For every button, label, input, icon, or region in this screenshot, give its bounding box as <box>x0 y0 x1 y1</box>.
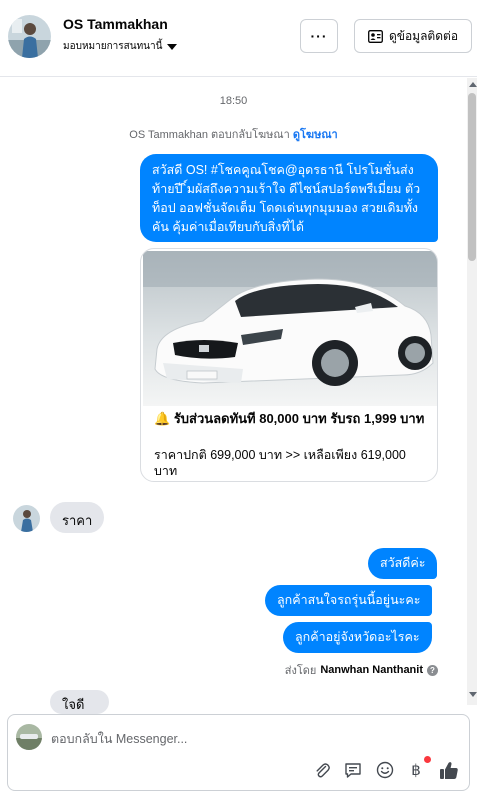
more-options-button[interactable]: ··· <box>300 19 338 53</box>
emoji-icon[interactable] <box>374 759 396 781</box>
conversation-header: OS Tammakhan มอบหมายการสนทนานี้ ··· ดูข้… <box>0 0 477 77</box>
caret-down-icon <box>167 43 178 50</box>
outgoing-message-bubble[interactable]: ลูกค้าอยู่จังหวัดอะไรคะ <box>283 622 432 653</box>
outgoing-message-bubble[interactable]: ลูกค้าสนใจรถรุ่นนี้อยู่นะคะ <box>265 585 433 616</box>
contact-avatar[interactable] <box>8 15 51 58</box>
outgoing-message-bubble[interactable]: สวัสดีค่ะ <box>368 548 438 579</box>
ad-card-description: ราคาปกติ 699,000 บาท >> เหลือเพียง 619,0… <box>154 448 406 478</box>
contact-name[interactable]: OS Tammakhan <box>63 16 168 32</box>
scroll-down-arrow-icon[interactable] <box>469 692 477 697</box>
reply-input[interactable] <box>51 731 431 747</box>
scroll-up-arrow-icon[interactable] <box>469 82 477 87</box>
sender-avatar[interactable] <box>13 505 40 532</box>
thumbs-up-icon[interactable] <box>438 759 460 781</box>
view-contact-info-button[interactable]: ดูข้อมูลติดต่อ <box>354 19 472 53</box>
message-composer: ฿ <box>7 714 470 791</box>
more-icon: ··· <box>310 28 328 44</box>
sent-by-prefix: ส่งโดย <box>284 665 317 677</box>
saved-replies-icon[interactable] <box>342 759 364 781</box>
ad-reply-notice: OS Tammakhan ตอบกลับโฆษณา ดูโฆษณา <box>0 125 467 143</box>
view-ad-link[interactable]: ดูโฆษณา <box>293 129 338 141</box>
sent-by-label: ส่งโดย Nanwhan Nanthanit ? <box>285 661 438 679</box>
assign-conversation-dropdown[interactable]: มอบหมายการสนทนานี้ <box>63 39 178 54</box>
incoming-message-bubble[interactable]: ใจดีนะ <box>50 690 109 714</box>
sent-by-name: Nanwhan Nanthanit <box>320 664 423 676</box>
car-image <box>143 251 437 406</box>
outgoing-message-bubble[interactable]: สวัสดี OS! #โชคคูณโชค@อุดรธานี โปรโมชั่น… <box>140 154 438 242</box>
contact-card-icon <box>368 29 383 43</box>
help-icon[interactable]: ? <box>427 664 438 676</box>
page-avatar <box>16 724 42 750</box>
ad-card-headline-text: รับส่วนลดทันที 80,000 บาท รับรถ 1,999 บา… <box>173 411 425 426</box>
assign-label: มอบหมายการสนทนานี้ <box>63 41 163 52</box>
ad-card-headline: 🔔 รับส่วนลดทันที 80,000 บาท รับรถ 1,999 … <box>154 410 430 428</box>
ad-reply-text: OS Tammakhan ตอบกลับโฆษณา <box>129 129 290 141</box>
incoming-message-bubble[interactable]: ราคา <box>50 502 105 533</box>
view-contact-info-label: ดูข้อมูลติดต่อ <box>388 28 459 43</box>
notification-dot <box>424 756 431 763</box>
bell-icon: 🔔 <box>154 411 171 426</box>
payment-baht-icon[interactable]: ฿ <box>405 759 427 781</box>
ad-card[interactable]: 🔔 รับส่วนลดทันที 80,000 บาท รับรถ 1,999 … <box>140 248 438 482</box>
scrollbar-thumb[interactable] <box>468 93 476 261</box>
message-timestamp: 18:50 <box>219 95 248 107</box>
attach-icon[interactable] <box>311 759 333 781</box>
messenger-conversation: OS Tammakhan มอบหมายการสนทนานี้ ··· ดูข้… <box>0 0 477 798</box>
